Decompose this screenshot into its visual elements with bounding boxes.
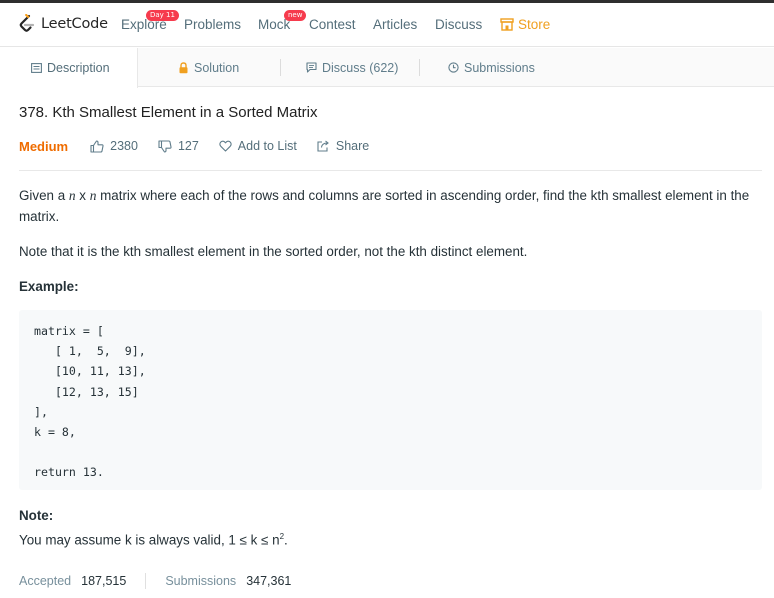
like-button[interactable]: 2380 <box>90 139 138 153</box>
example-code-block: matrix = [ [ 1, 5, 9], [10, 11, 13], [12… <box>19 310 762 490</box>
difficulty-label: Medium <box>19 138 69 154</box>
tab-submissions-label: Submissions <box>464 60 535 75</box>
share-icon <box>317 140 329 152</box>
description-text: x <box>75 188 90 203</box>
tab-description-label: Description <box>47 61 110 75</box>
stats-divider <box>145 573 147 589</box>
note-text: You may assume k is always valid, 1 ≤ k … <box>19 526 764 550</box>
var-n: n <box>68 188 76 203</box>
add-to-list-button[interactable]: Add to List <box>219 139 297 153</box>
brand-name: LeetCode <box>41 16 108 32</box>
note-text-main: You may assume k is always valid, 1 ≤ k … <box>19 532 280 548</box>
nav-contest[interactable]: Contest <box>309 17 356 32</box>
share-button[interactable]: Share <box>317 139 369 153</box>
problem-note-line: Note that it is the kth smallest element… <box>19 244 528 259</box>
example-code: matrix = [ [ 1, 5, 9], [10, 11, 13], [12… <box>34 324 146 480</box>
tab-discuss-label: Discuss (622) <box>322 60 399 75</box>
tab-solution-label: Solution <box>194 60 240 75</box>
description-text: Given a <box>19 188 69 203</box>
like-count: 2380 <box>110 139 138 153</box>
tab-solution[interactable]: Solution <box>178 48 239 87</box>
store-label: Store <box>518 17 551 32</box>
accepted-value: 187,515 <box>81 574 127 588</box>
description-icon <box>31 63 42 73</box>
tab-description[interactable]: Description <box>0 48 138 88</box>
thumbs-down-icon <box>158 139 172 153</box>
discuss-icon <box>306 62 317 73</box>
clock-icon <box>448 62 459 73</box>
mock-badge: new <box>284 10 307 21</box>
lock-icon <box>179 61 188 73</box>
description-text: matrix where each of the rows and column… <box>19 188 750 224</box>
example-heading: Example: <box>19 279 79 294</box>
note-text-end: . <box>284 532 288 548</box>
accepted-label: Accepted <box>19 574 72 588</box>
dislike-count: 127 <box>177 139 199 153</box>
nav-problems[interactable]: Problems <box>184 17 241 32</box>
thumbs-up-icon <box>90 139 104 153</box>
dislike-button[interactable]: 127 <box>158 139 199 153</box>
tab-submissions[interactable]: Submissions <box>448 48 535 87</box>
tab-divider <box>419 59 420 76</box>
nav-articles[interactable]: Articles <box>373 17 417 32</box>
problem-meta: Medium 2380 127 Add to List Share <box>19 138 389 154</box>
tab-discuss[interactable]: Discuss (622) <box>306 48 398 87</box>
brand-logo[interactable]: LeetCode <box>18 14 108 34</box>
divider <box>19 170 762 171</box>
nav-store[interactable]: Store <box>500 17 550 32</box>
submissions-label: Submissions <box>165 574 237 588</box>
add-to-list-label: Add to List <box>237 139 297 153</box>
tab-divider <box>280 59 281 76</box>
problem-tabs: Description Solution Discuss (622) Submi… <box>0 48 774 88</box>
problem-description: Given a n x n matrix where each of the r… <box>19 185 764 227</box>
store-icon <box>500 18 514 31</box>
nav-discuss[interactable]: Discuss <box>435 17 482 32</box>
share-label: Share <box>335 139 370 153</box>
problem-title: 378. Kth Smallest Element in a Sorted Ma… <box>19 104 318 121</box>
top-nav: LeetCode Explore Day 11 Problems Mock ne… <box>0 3 774 47</box>
leetcode-logo-icon <box>19 14 35 32</box>
submissions-value: 347,361 <box>246 574 292 588</box>
heart-icon <box>219 140 232 152</box>
problem-stats: Accepted 187,515 Submissions 347,361 <box>19 573 291 589</box>
note-heading: Note: <box>19 508 54 523</box>
explore-badge: Day 11 <box>146 10 179 21</box>
